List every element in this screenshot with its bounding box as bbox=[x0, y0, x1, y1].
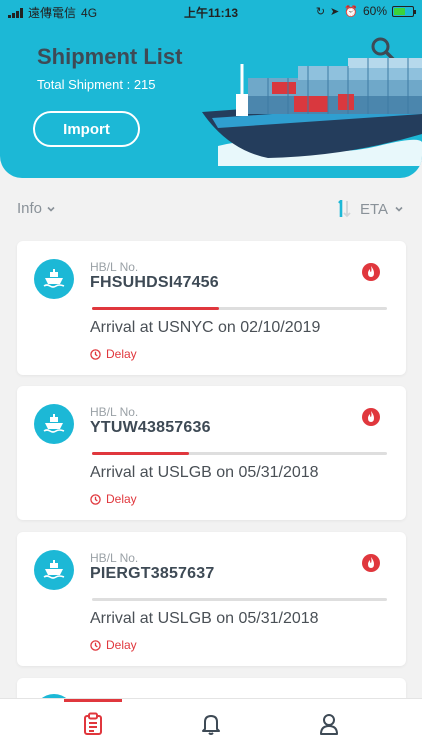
alarm-icon: ⏰ bbox=[344, 5, 358, 18]
clock-icon bbox=[90, 348, 101, 360]
shipment-progress-fill bbox=[92, 307, 219, 310]
hbl-number: YTUW43857636 bbox=[90, 419, 211, 436]
import-button[interactable]: Import bbox=[33, 111, 140, 147]
shipment-card[interactable]: HB/L No. YTUW43857636 Arrival at USLGB on … bbox=[17, 386, 406, 520]
tab-notifications[interactable] bbox=[199, 711, 223, 737]
container-ship-illustration bbox=[202, 58, 422, 166]
tab-shipments[interactable] bbox=[81, 711, 105, 737]
status-bar: 遠傳電信 4G 上午11:13 ↻ ➤ ⏰ 60% bbox=[0, 0, 422, 22]
hbl-number: PIERGT3857637 bbox=[90, 565, 215, 582]
info-dropdown-label: Info bbox=[17, 200, 43, 217]
status-text: Delay bbox=[106, 347, 137, 361]
page-title: Shipment List bbox=[37, 44, 183, 69]
tab-profile[interactable] bbox=[317, 711, 341, 737]
arrival-info: Arrival at USLGB on 05/31/2018 bbox=[90, 464, 319, 481]
bottom-tab-bar bbox=[0, 698, 422, 750]
shipment-progress-bar bbox=[92, 307, 387, 310]
fire-alert-icon bbox=[362, 408, 380, 426]
header: Shipment List Total Shipment : 215 Impor… bbox=[0, 0, 422, 178]
info-dropdown[interactable]: Info bbox=[17, 200, 56, 217]
user-icon bbox=[320, 714, 338, 735]
status-text: Delay bbox=[106, 492, 137, 506]
ship-icon bbox=[34, 259, 74, 299]
ship-icon bbox=[34, 404, 74, 444]
ship-icon bbox=[34, 550, 74, 590]
total-shipment-count: Total Shipment : 215 bbox=[37, 77, 156, 92]
hbl-label: HB/L No. bbox=[90, 405, 139, 419]
rotation-lock-icon: ↻ bbox=[315, 5, 326, 18]
location-icon: ➤ bbox=[330, 5, 340, 18]
shipment-card[interactable]: HB/L No. PIERGT3857637 Arrival at USLGB on… bbox=[17, 532, 406, 666]
fire-alert-icon bbox=[362, 554, 380, 572]
status-badge: Delay bbox=[90, 638, 137, 652]
status-badge: Delay bbox=[90, 347, 137, 361]
sort-order-icon bbox=[338, 200, 351, 218]
arrival-info: Arrival at USLGB on 05/31/2018 bbox=[90, 610, 319, 627]
shipment-progress-fill bbox=[92, 452, 190, 455]
clipboard-icon bbox=[84, 712, 102, 735]
shipment-progress-bar bbox=[92, 452, 387, 455]
shipment-card[interactable]: HB/L No. FHSUHDSI47456 Arrival at USNYC on… bbox=[17, 241, 406, 375]
shipment-progress-bar bbox=[92, 598, 387, 601]
status-badge: Delay bbox=[90, 492, 137, 506]
bell-icon bbox=[202, 715, 220, 735]
hbl-label: HB/L No. bbox=[90, 260, 139, 274]
sort-dropdown-label: ETA bbox=[359, 200, 388, 218]
fire-alert-icon bbox=[362, 263, 380, 281]
arrival-info: Arrival at USNYC on 02/10/2019 bbox=[90, 319, 321, 336]
battery-icon bbox=[392, 5, 416, 17]
status-text: Delay bbox=[106, 638, 137, 652]
clock-icon bbox=[90, 493, 101, 505]
hbl-number: FHSUHDSI47456 bbox=[90, 274, 219, 291]
chevron-down-icon bbox=[47, 206, 55, 212]
active-tab-indicator bbox=[64, 699, 122, 702]
hbl-label: HB/L No. bbox=[90, 551, 139, 565]
filter-sort-row: Info ETA bbox=[0, 196, 422, 224]
sort-dropdown[interactable]: ETA bbox=[334, 200, 404, 218]
chevron-down-icon bbox=[395, 206, 403, 212]
clock-icon bbox=[90, 639, 101, 651]
battery-percent: 60% bbox=[362, 4, 387, 18]
